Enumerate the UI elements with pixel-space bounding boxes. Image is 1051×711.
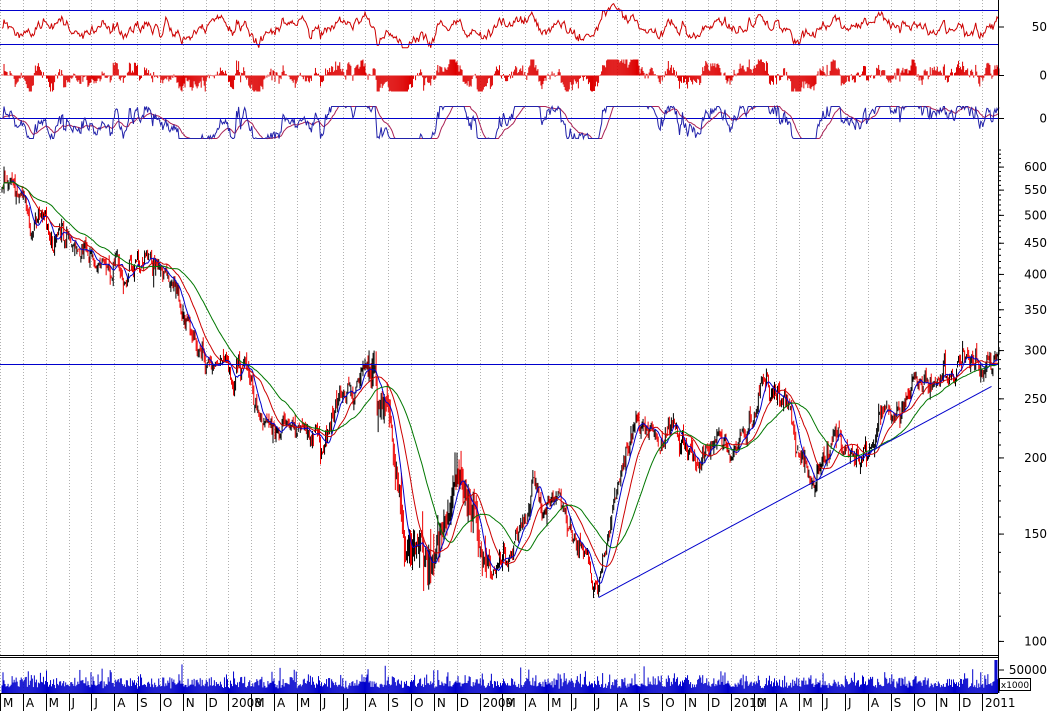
month-label: A [117, 696, 126, 710]
oscillator-2-panel [1, 59, 1000, 92]
osc3-axis-label: 0 [1039, 112, 1047, 126]
volume-axis-label: 50000 [1009, 663, 1047, 677]
month-label: J [847, 696, 852, 710]
month-label: M [802, 696, 812, 710]
month-label: J [322, 696, 327, 710]
month-label: S [391, 696, 399, 710]
volume-unit-label: x1000 [1001, 681, 1030, 691]
month-label: A [779, 696, 788, 710]
trendline [598, 385, 992, 599]
month-label: M [757, 696, 767, 710]
month-label: O [665, 696, 674, 710]
price-axis-label: 600 [1024, 160, 1047, 174]
volume-panel [1, 660, 1000, 693]
price-panel [0, 166, 1000, 599]
month-label: N [437, 696, 446, 710]
month-label: M [300, 696, 310, 710]
month-label: J [596, 696, 601, 710]
price-axis-label: 300 [1024, 344, 1047, 358]
month-label: M [551, 696, 561, 710]
month-label: M [254, 696, 264, 710]
osc2-axis-label: 0 [1039, 69, 1047, 83]
month-label: 2011 [985, 696, 1016, 710]
month-label: N [939, 696, 948, 710]
osc1-axis-label: 50 [1032, 20, 1047, 34]
month-label: J [71, 696, 76, 710]
month-label: S [140, 696, 148, 710]
month-label: J [345, 696, 350, 710]
month-label: J [824, 696, 829, 710]
month-label: S [642, 696, 650, 710]
moving-average-line [1, 181, 1000, 552]
month-label: N [186, 696, 195, 710]
month-label: O [917, 696, 926, 710]
grid-layer [0, 0, 983, 693]
stock-chart: M A M J J A S O N D 2008 M A M J J A S O N D 2009 M A M J J A S O N D 20… [0, 0, 1051, 711]
oscillator-1-panel [0, 3, 1000, 49]
month-label: J [573, 696, 578, 710]
price-axis-label: 200 [1024, 451, 1047, 465]
month-label: J [93, 696, 98, 710]
month-label: A [277, 696, 286, 710]
moving-average-line [1, 180, 1000, 584]
month-label: D [962, 696, 971, 710]
month-label: N [688, 696, 697, 710]
price-axis-label: 100 [1024, 634, 1047, 648]
month-label: M [49, 696, 59, 710]
oscillator-3-panel [0, 104, 1000, 141]
month-label: M [3, 696, 13, 710]
month-label: M [505, 696, 515, 710]
price-axis-label: 350 [1024, 303, 1047, 317]
price-axis-label: 550 [1024, 183, 1047, 197]
price-axis-label: 500 [1024, 208, 1047, 222]
moving-average-line [1, 181, 1000, 567]
month-label: A [26, 696, 35, 710]
month-label: D [711, 696, 720, 710]
month-label: S [894, 696, 902, 710]
month-label: A [871, 696, 880, 710]
price-axis-label: 150 [1024, 527, 1047, 541]
price-axis-label: 250 [1024, 392, 1047, 406]
oscillator-3-line [1, 104, 1000, 141]
month-label: A [528, 696, 537, 710]
chart-canvas: M A M J J A S O N D 2008M A M J J A S O N D 2009M A M J J A S O N D 20… [0, 0, 1047, 711]
month-label: A [368, 696, 377, 710]
month-label: D [209, 696, 218, 710]
month-label: O [414, 696, 423, 710]
price-axis-label: 400 [1024, 267, 1047, 281]
month-label: D [460, 696, 469, 710]
price-axis-label: 450 [1024, 236, 1047, 250]
month-label: O [163, 696, 172, 710]
month-label: A [620, 696, 629, 710]
